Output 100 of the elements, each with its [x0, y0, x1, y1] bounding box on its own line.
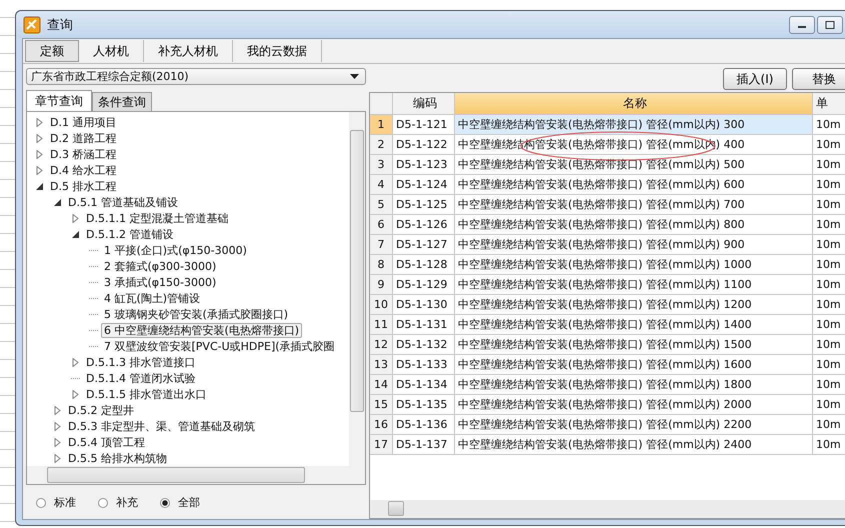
row-number: 15: [370, 395, 393, 414]
radio-option[interactable]: 全部: [160, 495, 200, 510]
expand-triangle-icon[interactable]: [53, 454, 62, 462]
row-number: 9: [370, 275, 393, 294]
tree-item[interactable]: D.5.1.3 排水管道接口: [83, 354, 198, 370]
tree-item[interactable]: 5 玻璃钢夹砂管安装(承插式胶圈接口): [101, 306, 292, 322]
horizontal-scrollbar[interactable]: [370, 500, 845, 518]
tree-item[interactable]: D.4 给水工程: [47, 162, 120, 178]
toolbar-button[interactable]: 插入(I): [723, 68, 787, 90]
tree-item[interactable]: 3 承插式(φ150-3000): [101, 274, 220, 290]
table-cell: D5-1-130: [393, 295, 455, 314]
table-cell: 10m: [813, 235, 845, 254]
table-cell: 中空壁缠绕结构管安装(电热熔带接口) 管径(mm以内) 1400: [455, 315, 813, 334]
tree-item[interactable]: D.5.1.5 排水管道出水口: [83, 386, 210, 402]
tree-item[interactable]: D.5.1.4 管道闭水试验: [83, 370, 198, 386]
tree-item[interactable]: 7 双壁波纹管安装[PVC-U或HDPE](承插式胶圈: [101, 338, 338, 354]
table-cell: 10m: [813, 135, 845, 154]
table-cell: 10m: [813, 195, 845, 214]
tree-item[interactable]: 1 平接(企口)式(φ150-3000): [101, 242, 250, 258]
table-cell: 中空壁缠绕结构管安装(电热熔带接口) 管径(mm以内) 1600: [455, 355, 813, 374]
expand-triangle-icon[interactable]: [53, 422, 62, 430]
expand-triangle-icon[interactable]: [53, 438, 62, 446]
table-cell: 10m: [813, 435, 845, 454]
table-cell: D5-1-122: [393, 135, 455, 154]
table-cell: 中空壁缠绕结构管安装(电热熔带接口) 管径(mm以内) 600: [455, 175, 813, 194]
table-cell: D5-1-126: [393, 215, 455, 234]
row-number: 17: [370, 435, 393, 454]
expand-triangle-icon[interactable]: [35, 150, 44, 158]
collapse-triangle-icon[interactable]: [71, 230, 80, 238]
column-header[interactable]: 编码: [393, 93, 455, 114]
tree-item[interactable]: D.2 道路工程: [47, 130, 120, 146]
row-number: 2: [370, 135, 393, 154]
expand-triangle-icon[interactable]: [71, 390, 80, 398]
tree-item[interactable]: D.5.5 给排水构筑物: [65, 450, 170, 466]
row-number: 8: [370, 255, 393, 274]
table-cell: 10m: [813, 275, 845, 294]
maximize-button[interactable]: [817, 16, 843, 34]
table-cell: 中空壁缠绕结构管安装(电热熔带接口) 管径(mm以内) 2400: [455, 435, 813, 454]
vertical-scrollbar[interactable]: [349, 112, 365, 466]
table-cell: D5-1-136: [393, 415, 455, 434]
table-cell: 10m: [813, 395, 845, 414]
table-cell: 10m: [813, 115, 845, 134]
tree-item[interactable]: D.1 通用项目: [47, 114, 120, 130]
tree-item[interactable]: D.5.2 定型井: [65, 402, 137, 418]
row-number: 12: [370, 335, 393, 354]
toolbar-button[interactable]: 替换: [792, 68, 845, 90]
expand-triangle-icon[interactable]: [71, 214, 80, 222]
table-cell: 10m: [813, 315, 845, 334]
table-cell: 10m: [813, 415, 845, 434]
table-cell: 10m: [813, 295, 845, 314]
table-cell: 中空壁缠绕结构管安装(电热熔带接口) 管径(mm以内) 1800: [455, 375, 813, 394]
row-number: 16: [370, 415, 393, 434]
table-cell: 10m: [813, 215, 845, 234]
tree-item[interactable]: D.5.1.2 管道铺设: [83, 226, 176, 242]
row-number: 11: [370, 315, 393, 334]
table-cell: 10m: [813, 255, 845, 274]
table-cell: 中空壁缠绕结构管安装(电热熔带接口) 管径(mm以内) 700: [455, 195, 813, 214]
tab[interactable]: 定额: [25, 40, 79, 62]
row-number: 5: [370, 195, 393, 214]
radio-option[interactable]: 补充: [98, 495, 138, 510]
table-cell: D5-1-125: [393, 195, 455, 214]
table-cell: D5-1-133: [393, 355, 455, 374]
expand-triangle-icon[interactable]: [35, 118, 44, 126]
table-cell: 中空壁缠绕结构管安装(电热熔带接口) 管径(mm以内) 1500: [455, 335, 813, 354]
expand-triangle-icon[interactable]: [53, 406, 62, 414]
library-dropdown[interactable]: 广东省市政工程综合定额(2010): [26, 68, 366, 85]
tab[interactable]: 章节查询: [26, 90, 92, 111]
expand-triangle-icon[interactable]: [71, 358, 80, 366]
expand-triangle-icon[interactable]: [35, 166, 44, 174]
table-cell: D5-1-127: [393, 235, 455, 254]
row-number: 13: [370, 355, 393, 374]
collapse-triangle-icon[interactable]: [53, 198, 62, 206]
tree-item[interactable]: D.5 排水工程: [47, 178, 120, 194]
expand-triangle-icon[interactable]: [35, 134, 44, 142]
app-icon: [23, 16, 41, 34]
minimize-button[interactable]: [789, 16, 815, 34]
table-cell: D5-1-123: [393, 155, 455, 174]
tree-item[interactable]: 6 中空壁缠绕结构管安装(电热熔带接口): [101, 322, 302, 338]
radio-option[interactable]: 标准: [36, 495, 76, 510]
tab[interactable]: 条件查询: [92, 92, 152, 111]
maximize-icon: [825, 20, 835, 28]
table-cell: 中空壁缠绕结构管安装(电热熔带接口) 管径(mm以内) 1000: [455, 255, 813, 274]
row-number: 14: [370, 375, 393, 394]
horizontal-scrollbar[interactable]: [27, 466, 365, 484]
dropdown-arrow-icon: [350, 74, 359, 79]
row-number: 3: [370, 155, 393, 174]
collapse-triangle-icon[interactable]: [35, 182, 44, 190]
tree-item[interactable]: 2 套箍式(φ300-3000): [101, 258, 220, 274]
column-header[interactable]: 名称: [455, 93, 813, 114]
table-cell: 10m: [813, 155, 845, 174]
tree-item[interactable]: 4 缸瓦(陶土)管铺设: [101, 290, 204, 306]
tree-item[interactable]: D.5.3 非定型井、渠、管道基础及砌筑: [65, 418, 258, 434]
column-header[interactable]: 单: [813, 93, 845, 114]
tree-item[interactable]: D.5.1 管道基础及铺设: [65, 194, 181, 210]
table-cell: 中空壁缠绕结构管安装(电热熔带接口) 管径(mm以内) 300: [455, 115, 813, 134]
row-number: 6: [370, 215, 393, 234]
table-cell: 中空壁缠绕结构管安装(电热熔带接口) 管径(mm以内) 2200: [455, 415, 813, 434]
tree-item[interactable]: D.5.1.1 定型混凝土管道基础: [83, 210, 232, 226]
tree-item[interactable]: D.3 桥涵工程: [47, 146, 120, 162]
tree-item[interactable]: D.5.4 顶管工程: [65, 434, 148, 450]
